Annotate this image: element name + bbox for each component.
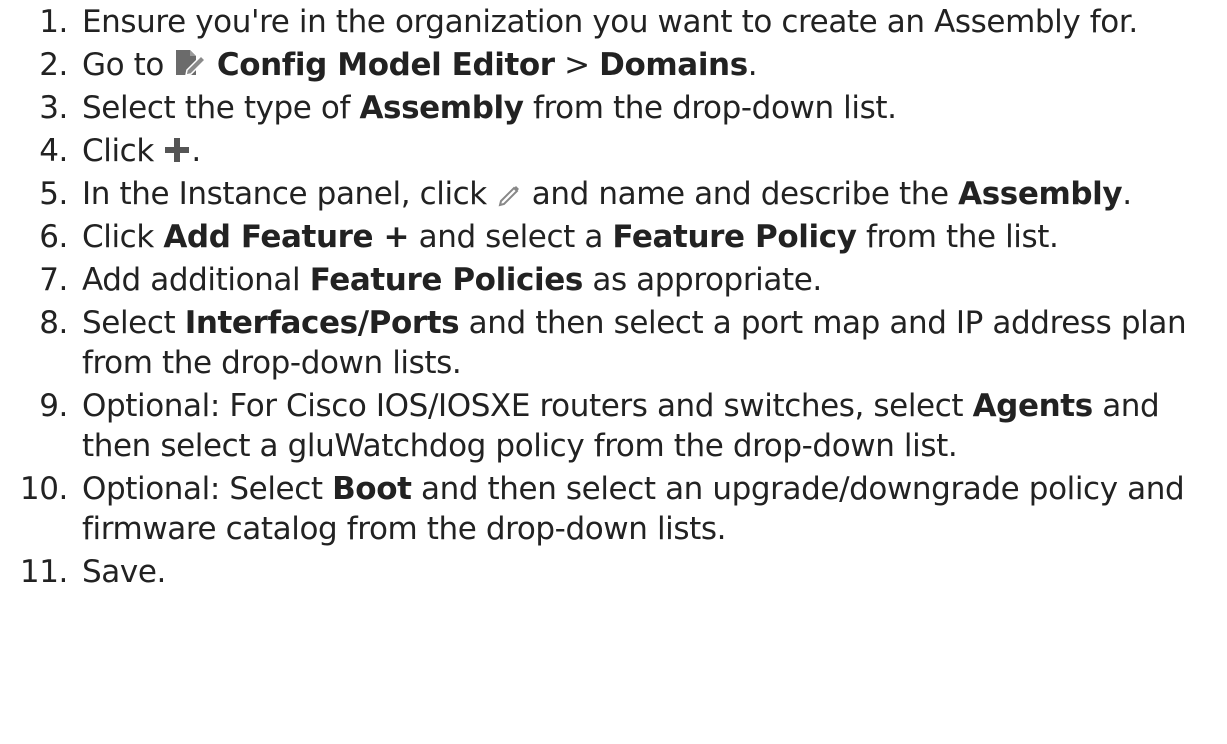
step-text: .	[747, 47, 758, 83]
step-emphasis: Feature Policy	[612, 219, 857, 255]
step-text: Optional: For Cisco IOS/IOSXE routers an…	[82, 388, 973, 424]
pencil-icon	[496, 181, 522, 207]
step-emphasis: Assembly	[359, 90, 524, 126]
step-number: 4.	[39, 133, 68, 169]
step-item: 6. Click Add Feature + and select a Featu…	[0, 217, 1227, 257]
step-text: Save.	[82, 554, 166, 590]
step-number: 6.	[39, 219, 68, 255]
step-item: 5. In the Instance panel, click and name …	[0, 174, 1227, 214]
step-emphasis: Feature Policies	[309, 262, 584, 298]
step-item: 11. Save.	[0, 552, 1227, 592]
step-text: Click	[82, 219, 164, 255]
step-text: .	[191, 133, 201, 169]
step-text: Select the type of	[82, 90, 360, 126]
step-text: In the Instance panel, click	[82, 176, 497, 212]
step-item: 10. Optional: Select Boot and then select…	[0, 469, 1227, 549]
instruction-steps-list: 1. Ensure you're in the organization you …	[0, 2, 1227, 595]
step-item: 4. Click .	[0, 131, 1227, 171]
step-number: 10.	[19, 471, 69, 507]
step-item: 7. Add additional Feature Policies as app…	[0, 260, 1227, 300]
step-text: and select a	[409, 219, 613, 255]
step-number: 9.	[39, 388, 68, 424]
step-item: 8. Select Interfaces/Ports and then selec…	[0, 303, 1227, 383]
step-emphasis: Agents	[972, 388, 1094, 424]
step-text: Go to	[82, 47, 174, 83]
step-text: Optional: Select	[82, 471, 333, 507]
step-text: Click	[82, 133, 164, 169]
step-emphasis: Domains	[599, 47, 748, 83]
step-number: 1.	[39, 4, 68, 40]
step-text: as appropriate.	[582, 262, 822, 298]
step-item: 2. Go to Config Model Editor > Domains.	[0, 45, 1227, 85]
step-text: from the drop-down list.	[523, 90, 897, 126]
step-number: 3.	[39, 90, 68, 126]
step-number: 2.	[39, 47, 68, 83]
step-emphasis: Assembly	[958, 176, 1123, 212]
step-item: 3. Select the type of Assembly from the d…	[0, 88, 1227, 128]
step-number: 11.	[19, 554, 69, 590]
step-text: from the list.	[856, 219, 1059, 255]
step-emphasis: Interfaces/Ports	[184, 305, 460, 341]
step-number: 7.	[39, 262, 68, 298]
step-text: Add additional	[82, 262, 310, 298]
config-editor-icon	[173, 48, 207, 78]
step-emphasis: Add Feature +	[163, 219, 410, 255]
step-text: Ensure you're in the organization you wa…	[82, 4, 1138, 40]
step-emphasis: Boot	[332, 471, 412, 507]
step-text: .	[1122, 176, 1132, 212]
plus-icon	[163, 136, 191, 164]
step-text: >	[554, 47, 600, 83]
step-number: 5.	[39, 176, 68, 212]
step-item: 1. Ensure you're in the organization you …	[0, 2, 1227, 42]
step-text	[207, 47, 216, 83]
step-text: Select	[82, 305, 185, 341]
step-number: 8.	[39, 305, 68, 341]
step-item: 9. Optional: For Cisco IOS/IOSXE routers …	[0, 386, 1227, 466]
step-emphasis: Config Model Editor	[216, 47, 555, 83]
step-text: and name and describe the	[522, 176, 959, 212]
